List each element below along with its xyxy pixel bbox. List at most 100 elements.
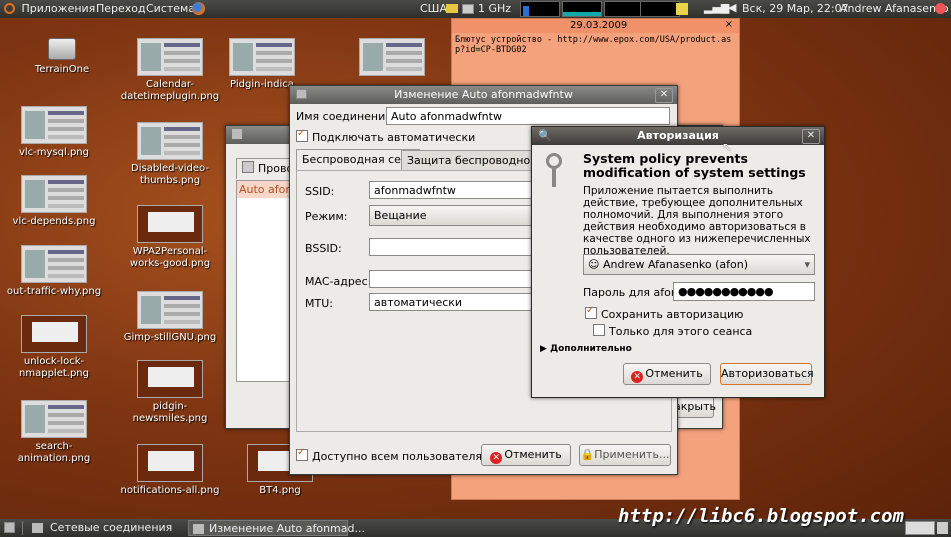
all-users-checkbox[interactable]: Доступно всем пользователям: [296, 447, 490, 463]
user-select[interactable]: ☺ Andrew Afanasenko (afon) ▾: [583, 254, 815, 275]
keys-icon: [542, 153, 574, 187]
lock-icon: 🔒: [580, 448, 595, 461]
notes-icon[interactable]: [676, 3, 688, 15]
auth-heading: System policy prevents modification of s…: [583, 151, 806, 180]
image-thumbnail-icon: [21, 106, 87, 144]
checkbox-icon: [593, 324, 605, 336]
menu-applications[interactable]: Приложения: [22, 2, 96, 15]
desktop-icon[interactable]: notifications-all.png: [120, 444, 220, 497]
network-icon: [32, 523, 43, 533]
bottom-panel: Сетевые соединения Изменение Auto afonma…: [0, 505, 951, 537]
window-title: Изменение Auto afonmadwfntw: [394, 88, 573, 101]
close-icon[interactable]: ✕: [655, 88, 673, 103]
mouse-cursor-icon: ↖: [722, 140, 733, 154]
desktop-icon[interactable]: unlock-lock-nmapplet.png: [4, 315, 104, 380]
window-title: Авторизация: [637, 129, 719, 142]
weather-icon: [446, 4, 458, 13]
remember-checkbox[interactable]: Сохранить авторизацию: [585, 305, 743, 321]
firefox-icon[interactable]: [192, 2, 205, 15]
weather-applet[interactable]: США: [420, 2, 447, 15]
top-panel: Приложения Переход Система США 1 GHz ▂▄▆…: [0, 0, 951, 18]
desktop-icon[interactable]: vlc-depends.png: [4, 175, 104, 228]
password-input[interactable]: ●●●●●●●●●●●: [673, 282, 815, 301]
show-desktop-icon[interactable]: [4, 522, 15, 533]
system-monitor-graph[interactable]: [520, 1, 560, 17]
network-icon: [193, 524, 204, 534]
session-only-checkbox[interactable]: Только для этого сеанса: [593, 324, 752, 338]
desktop-icon[interactable]: TerrainOne: [12, 38, 112, 76]
system-monitor-graph[interactable]: [604, 1, 644, 17]
auth-message: Приложение пытается выполнить действие, …: [583, 185, 811, 257]
image-thumbnail-icon: [21, 400, 87, 438]
user-name[interactable]: Andrew Afanasenko: [840, 2, 949, 15]
desktop-icon[interactable]: Gimp-stillGNU.png: [120, 291, 220, 344]
desktop-icon[interactable]: out-traffic-why.png: [4, 245, 104, 298]
connection-name-label: Имя соединения:: [296, 110, 396, 123]
taskbar-item-edit-connection[interactable]: Изменение Auto afonmad...: [188, 520, 365, 536]
network-icon: [232, 129, 242, 139]
cpu-frequency[interactable]: 1 GHz: [478, 2, 511, 15]
image-thumbnail-icon: [21, 315, 87, 353]
authorize-button[interactable]: Авторизоваться: [720, 363, 814, 385]
power-icon[interactable]: [935, 3, 946, 14]
cancel-button[interactable]: ✕ Отменить: [481, 444, 571, 466]
desktop-icon[interactable]: [342, 38, 442, 79]
image-thumbnail-icon: [137, 122, 203, 160]
key-icon: 🔍: [538, 129, 552, 142]
network-icon: [296, 89, 307, 99]
drive-icon: [48, 38, 76, 60]
image-thumbnail-icon: [229, 38, 295, 76]
authorization-dialog[interactable]: 🔍 Авторизация ✕ System policy prevents m…: [531, 126, 825, 398]
menu-system[interactable]: Система: [146, 2, 195, 15]
cancel-icon: ✕: [631, 371, 644, 383]
desktop-icon[interactable]: Disabled-video-thumbs.png: [120, 122, 220, 187]
auto-connect-checkbox[interactable]: Подключать автоматически: [296, 128, 475, 144]
checkbox-icon: [296, 128, 308, 142]
window-titlebar[interactable]: 🔍 Авторизация ✕: [532, 127, 824, 145]
desktop-icon[interactable]: pidgin-newsmiles.png: [120, 360, 220, 425]
cpu-icon: [462, 4, 474, 14]
window-titlebar[interactable]: Изменение Auto afonmadwfntw ✕: [290, 86, 677, 104]
menu-places[interactable]: Переход: [96, 2, 146, 15]
taskbar-item-network-connections[interactable]: Сетевые соединения: [30, 520, 200, 536]
mode-label: Режим:: [305, 210, 348, 223]
image-thumbnail-icon: [137, 291, 203, 329]
network-icon: [242, 161, 254, 173]
password-label: Пароль для afon:: [583, 286, 682, 299]
close-icon[interactable]: ×: [725, 19, 733, 30]
network-signal-icon[interactable]: ▂▄▆: [704, 1, 729, 14]
image-thumbnail-icon: [137, 444, 203, 482]
apply-button[interactable]: 🔒Применить...: [579, 444, 671, 466]
desktop-icon[interactable]: vlc-mysql.png: [4, 106, 104, 159]
mtu-label: MTU:: [305, 297, 333, 310]
connection-name-input[interactable]: Auto afonmadwfntw: [386, 107, 670, 125]
checkbox-icon: [585, 305, 597, 319]
ssid-label: SSID:: [305, 185, 335, 198]
system-monitor-graph[interactable]: [640, 1, 680, 17]
details-expander[interactable]: ▶ Дополнительно: [540, 344, 632, 354]
image-thumbnail-icon: [21, 175, 87, 213]
image-thumbnail-icon: [21, 245, 87, 283]
desktop-icon[interactable]: WPA2Personal-works-good.png: [120, 205, 220, 270]
note-text[interactable]: Блютус устройство - http://www.epox.com/…: [452, 33, 739, 57]
desktop-icon[interactable]: Pidgin-indica: [226, 38, 298, 91]
cancel-button[interactable]: ✕ Отменить: [623, 363, 711, 385]
cancel-icon: ✕: [490, 452, 503, 464]
checkbox-icon: [296, 447, 308, 461]
desktop-icon[interactable]: search-animation.png: [4, 400, 104, 465]
system-monitor-graph[interactable]: [562, 1, 602, 17]
image-thumbnail-icon: [137, 38, 203, 76]
bssid-label: BSSID:: [305, 242, 342, 255]
close-icon[interactable]: ✕: [802, 129, 820, 144]
volume-icon[interactable]: ◀: [728, 1, 736, 14]
list-item[interactable]: Auto afon: [237, 181, 297, 198]
triangle-right-icon: ▶: [540, 344, 551, 354]
image-thumbnail-icon: [137, 360, 203, 398]
clock[interactable]: Вск, 29 Мар, 22:07: [742, 2, 849, 15]
workspace-switcher[interactable]: [905, 521, 935, 535]
trash-icon[interactable]: [937, 522, 948, 534]
watermark: http://libc6.blogspot.com: [618, 505, 904, 527]
note-date: 29.03.2009: [570, 20, 628, 31]
desktop-icon[interactable]: Calendar-datetimeplugin.png: [120, 38, 220, 103]
image-thumbnail-icon: [359, 38, 425, 76]
